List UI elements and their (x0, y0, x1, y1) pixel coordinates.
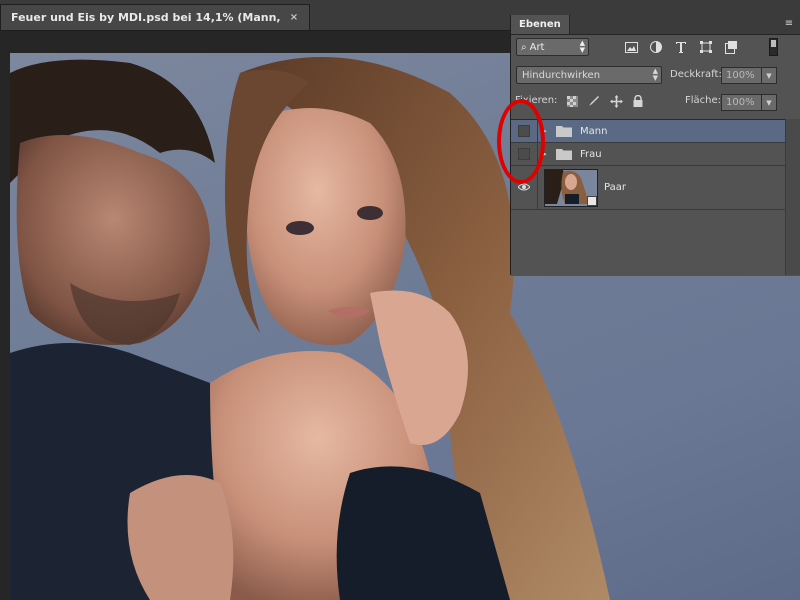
fill-label: Fläche: (685, 95, 722, 106)
opacity-label: Deckkraft: (670, 69, 722, 80)
updown-arrows-icon: ▲ ▼ (579, 39, 585, 54)
blend-row: Hindurchwirken ▲ ▼ Deckkraft: 100% ▼ (511, 63, 800, 87)
blend-mode-select[interactable]: Hindurchwirken ▲ ▼ (516, 66, 662, 84)
lock-transparency-icon[interactable] (565, 94, 579, 108)
layer-thumbnail (544, 168, 598, 207)
close-icon[interactable]: × (287, 11, 301, 25)
type-layer-filter-icon[interactable] (673, 39, 689, 55)
lock-position-icon[interactable] (609, 94, 623, 108)
fill-dropdown-icon[interactable]: ▼ (761, 94, 777, 111)
search-icon: ⌕ (521, 41, 527, 53)
document-tab[interactable]: Feuer und Eis by MDI.psd bei 14,1% (Mann… (0, 4, 310, 30)
folder-icon (556, 126, 572, 137)
lock-pixels-icon[interactable] (587, 94, 601, 108)
layers-panel-header: Ebenen ≡ (511, 15, 800, 35)
layers-scrollbar[interactable] (785, 119, 800, 275)
layer-filter-row: ⌕ Art ▲ ▼ (511, 35, 800, 61)
smart-object-filter-icon[interactable] (723, 39, 739, 55)
filter-kind-value: Art (529, 41, 545, 53)
panel-menu-icon[interactable]: ≡ (782, 18, 796, 30)
layer-list: ▸ Mann ▸ Frau Paar (511, 119, 800, 276)
layer-row-paar[interactable]: Paar (511, 166, 786, 210)
lock-icons (565, 94, 645, 108)
tab-layers[interactable]: Ebenen (511, 15, 570, 34)
layer-name: Paar (604, 182, 626, 193)
layer-row-frau[interactable]: ▸ Frau (511, 143, 786, 166)
pixel-layer-filter-icon[interactable] (623, 39, 639, 55)
lock-row: Fixieren: Fläche: 100% ▼ (511, 91, 800, 113)
updown-arrows-icon: ▲ ▼ (652, 67, 658, 82)
fill-field[interactable]: 100% (721, 94, 763, 111)
smart-object-badge-icon (587, 195, 597, 206)
folder-icon (556, 149, 572, 160)
shape-layer-filter-icon[interactable] (698, 39, 714, 55)
layer-name: Mann (580, 125, 608, 137)
filter-toggle-switch[interactable] (769, 38, 778, 56)
document-tab-title: Feuer und Eis by MDI.psd bei 14,1% (Mann… (11, 11, 281, 24)
annotation-circle (497, 99, 545, 184)
adjustment-layer-filter-icon[interactable] (648, 39, 664, 55)
blend-mode-value: Hindurchwirken (522, 69, 601, 81)
opacity-field[interactable]: 100% (721, 67, 763, 84)
layer-row-mann[interactable]: ▸ Mann (511, 120, 786, 143)
layer-name: Frau (580, 148, 602, 160)
photoshop-window: Feuer und Eis by MDI.psd bei 14,1% (Mann… (0, 0, 800, 600)
lock-all-icon[interactable] (631, 94, 645, 108)
layers-panel: Ebenen ≡ ⌕ Art ▲ ▼ Hindurchwirken ▲ ▼ De… (510, 15, 800, 276)
filter-kind-select[interactable]: ⌕ Art ▲ ▼ (516, 38, 589, 56)
filter-icons (623, 39, 739, 55)
opacity-dropdown-icon[interactable]: ▼ (761, 67, 777, 84)
